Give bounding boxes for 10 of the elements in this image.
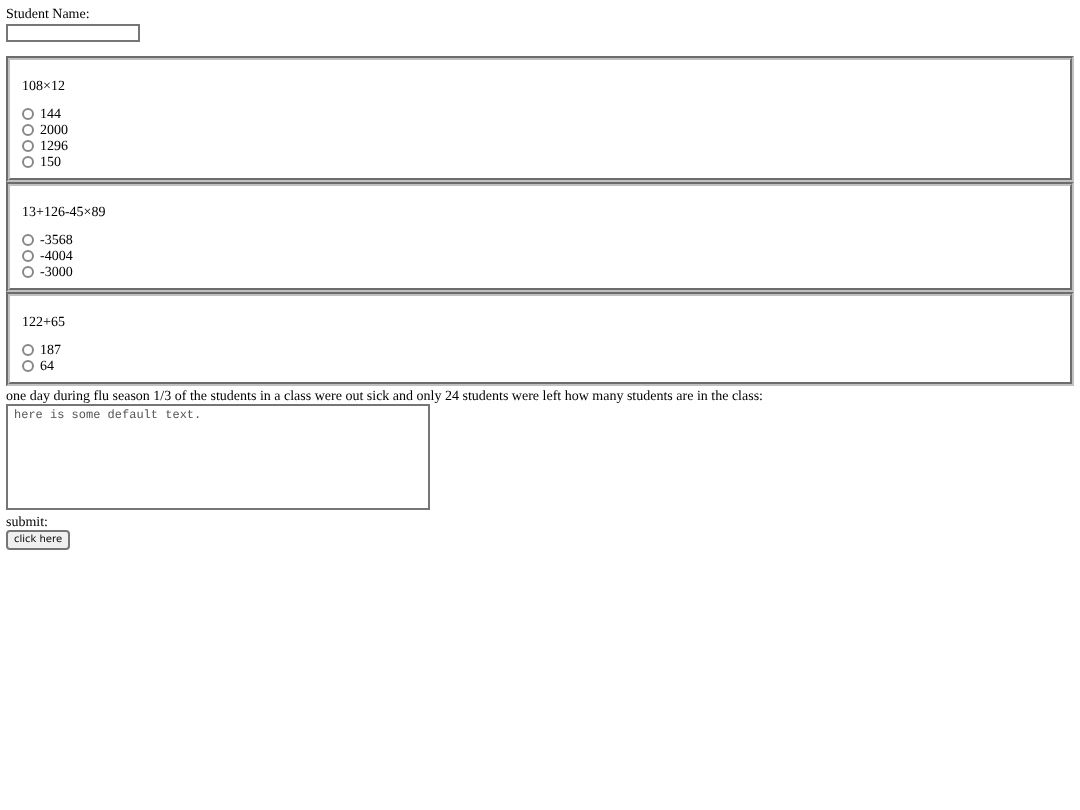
radio-button[interactable] [22,234,34,246]
radio-button[interactable] [22,360,34,372]
radio-button[interactable] [22,156,34,168]
radio-button[interactable] [22,124,34,136]
radio-button[interactable] [22,108,34,120]
radio-button[interactable] [22,266,34,278]
radio-button[interactable] [22,250,34,262]
radio-button[interactable] [22,140,34,152]
radio-button[interactable] [22,344,34,356]
name-input[interactable] [6,24,140,42]
